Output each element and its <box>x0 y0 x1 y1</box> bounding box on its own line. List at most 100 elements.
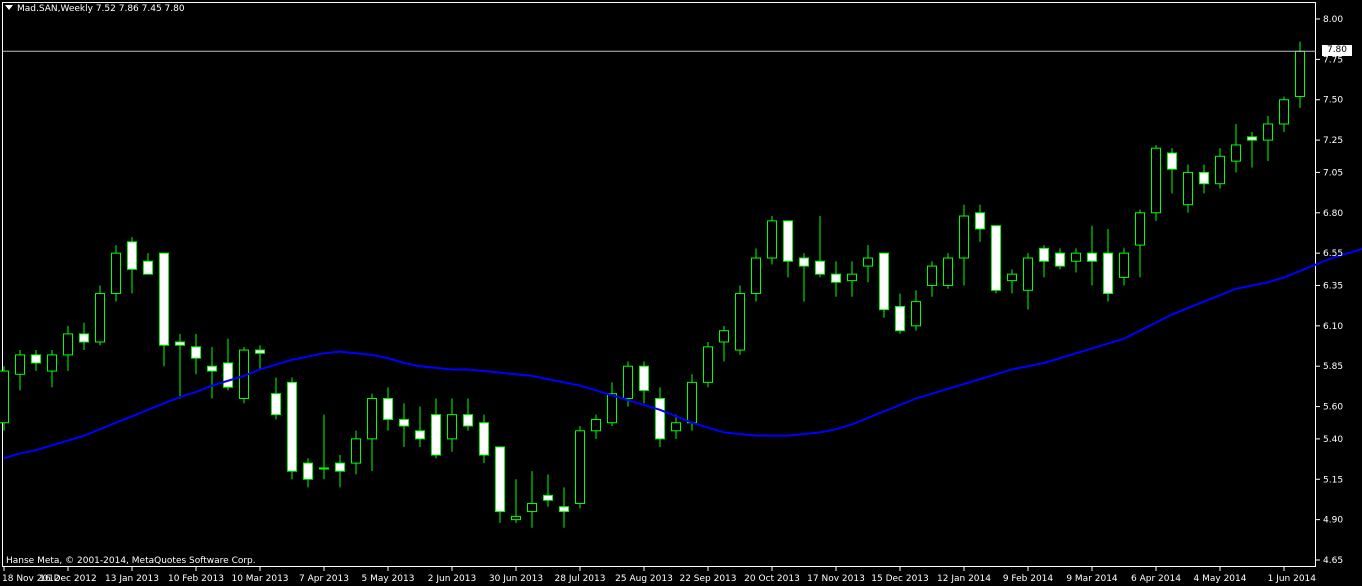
x-tick-label: 17 Nov 2013 <box>807 574 865 584</box>
candle-body-up <box>1071 252 1081 262</box>
candle-body-down <box>639 365 649 391</box>
y-tick-label: 4.90 <box>1323 516 1343 526</box>
candle-body-up <box>0 370 9 424</box>
candle-body-up <box>1183 171 1193 206</box>
candle-body-down <box>255 349 265 354</box>
candle-body-up <box>591 419 601 432</box>
candle-body-up <box>1119 252 1129 278</box>
copyright-text: Hanse Meta, © 2001-2014, MetaQuotes Soft… <box>6 556 256 566</box>
candle-body-down <box>815 260 825 275</box>
candle-body-down <box>1087 252 1097 262</box>
candle-body-down <box>1055 252 1065 267</box>
candle-body-down <box>831 273 841 283</box>
candle-body-down <box>31 354 41 364</box>
candle-body-up <box>735 293 745 351</box>
y-tick-label: 5.40 <box>1323 435 1343 445</box>
candle-body-up <box>959 215 969 259</box>
x-tick-label: 1 Jun 2014 <box>1268 574 1317 584</box>
x-tick-label: 9 Feb 2014 <box>1003 574 1054 584</box>
x-tick-label: 12 Jan 2014 <box>937 574 991 584</box>
candle-body-down <box>127 241 137 270</box>
candle-body-up <box>911 301 921 327</box>
candle-body-up <box>1295 50 1305 98</box>
dropdown-triangle-icon[interactable] <box>5 5 13 10</box>
candle-body-up <box>1023 257 1033 291</box>
candle-body-up <box>751 257 761 295</box>
candle-body-up <box>95 293 105 343</box>
candle-body-up <box>943 257 953 286</box>
candle-body-down <box>975 212 985 230</box>
candle-body-up <box>367 398 377 440</box>
candle-body-down <box>1167 152 1177 170</box>
candle-body-down <box>543 494 553 501</box>
candle-body-down <box>783 220 793 262</box>
candle-body-down <box>1199 171 1209 185</box>
candle-body-down <box>559 506 569 513</box>
candle-body-up <box>671 422 681 432</box>
candle-body-down <box>1247 136 1257 141</box>
y-tick-label: 5.15 <box>1323 475 1343 485</box>
y-tick-label: 8.00 <box>1323 15 1343 25</box>
x-tick-label: 10 Feb 2013 <box>168 574 224 584</box>
candle-body-down <box>991 225 1001 291</box>
candle-body-up <box>1263 123 1273 141</box>
candle-body-down <box>479 422 489 456</box>
candle-body-down <box>879 252 889 311</box>
candle-body-up <box>1279 99 1289 125</box>
candle-body-up <box>1007 273 1017 282</box>
symbol-label: Mad.SAN,Weekly 7.52 7.86 7.45 7.80 <box>17 4 185 14</box>
candle-body-down <box>463 414 473 427</box>
x-tick-label: 10 Mar 2013 <box>231 574 288 584</box>
candle-body-up <box>63 333 73 356</box>
candle-body-up <box>1151 147 1161 214</box>
candle-body-up <box>687 381 697 424</box>
candle-body-down <box>159 252 169 346</box>
x-tick-label: 4 May 2014 <box>1194 574 1247 584</box>
symbol-header[interactable]: Mad.SAN,Weekly 7.52 7.86 7.45 7.80 <box>5 4 185 14</box>
y-tick-label: 6.55 <box>1323 249 1343 259</box>
candle-body-up <box>1135 212 1145 246</box>
candle-body-up <box>15 354 25 375</box>
x-tick-label: 25 Aug 2013 <box>615 574 673 584</box>
candle-body-down <box>383 398 393 421</box>
candle-body-up <box>703 346 713 383</box>
y-tick-label: 7.50 <box>1323 96 1343 106</box>
x-tick-label: 15 Dec 2013 <box>871 574 929 584</box>
x-tick-label: 7 Apr 2013 <box>299 574 349 584</box>
x-tick-label: 28 Jul 2013 <box>555 574 606 584</box>
y-tick-label: 6.10 <box>1323 322 1343 332</box>
y-tick-label: 6.35 <box>1323 281 1343 291</box>
candle-body-down <box>191 346 201 359</box>
candle-body-up <box>1231 144 1241 162</box>
last-price-label: 7.80 <box>1322 45 1352 57</box>
candle-body-up <box>623 365 633 400</box>
x-tick-label: 16 Dec 2012 <box>39 574 97 584</box>
candle-body-up <box>863 257 873 267</box>
candle-body-down <box>79 333 89 343</box>
x-tick-label: 2 Jun 2013 <box>428 574 476 584</box>
candle-body-up <box>927 265 937 286</box>
x-tick-label: 20 Oct 2013 <box>744 574 800 584</box>
candle-body-up <box>447 414 457 440</box>
candle-body-down <box>207 365 217 372</box>
candle-body-up <box>527 502 537 513</box>
candle-body-up <box>575 430 585 504</box>
candle-body-down <box>655 398 665 440</box>
candle-body-down <box>799 257 809 267</box>
candle-body-up <box>351 438 361 464</box>
candle-body-up <box>111 252 121 295</box>
candle-body-up <box>1215 155 1225 185</box>
candle-body-down <box>271 393 281 416</box>
x-tick-label: 13 Jan 2013 <box>105 574 159 584</box>
y-tick-label: 7.25 <box>1323 136 1343 146</box>
y-tick-label: 5.85 <box>1323 362 1343 372</box>
candle-body-down <box>495 446 505 513</box>
x-tick-label: 6 Apr 2014 <box>1131 574 1181 584</box>
y-tick-label: 6.80 <box>1323 209 1343 219</box>
candle-body-down <box>415 430 425 440</box>
candle-body-up <box>767 220 777 259</box>
candle-body-down <box>335 462 345 472</box>
candle-body-down <box>287 381 297 472</box>
y-tick-label: 7.05 <box>1323 168 1343 178</box>
candle-body-down <box>303 462 313 480</box>
